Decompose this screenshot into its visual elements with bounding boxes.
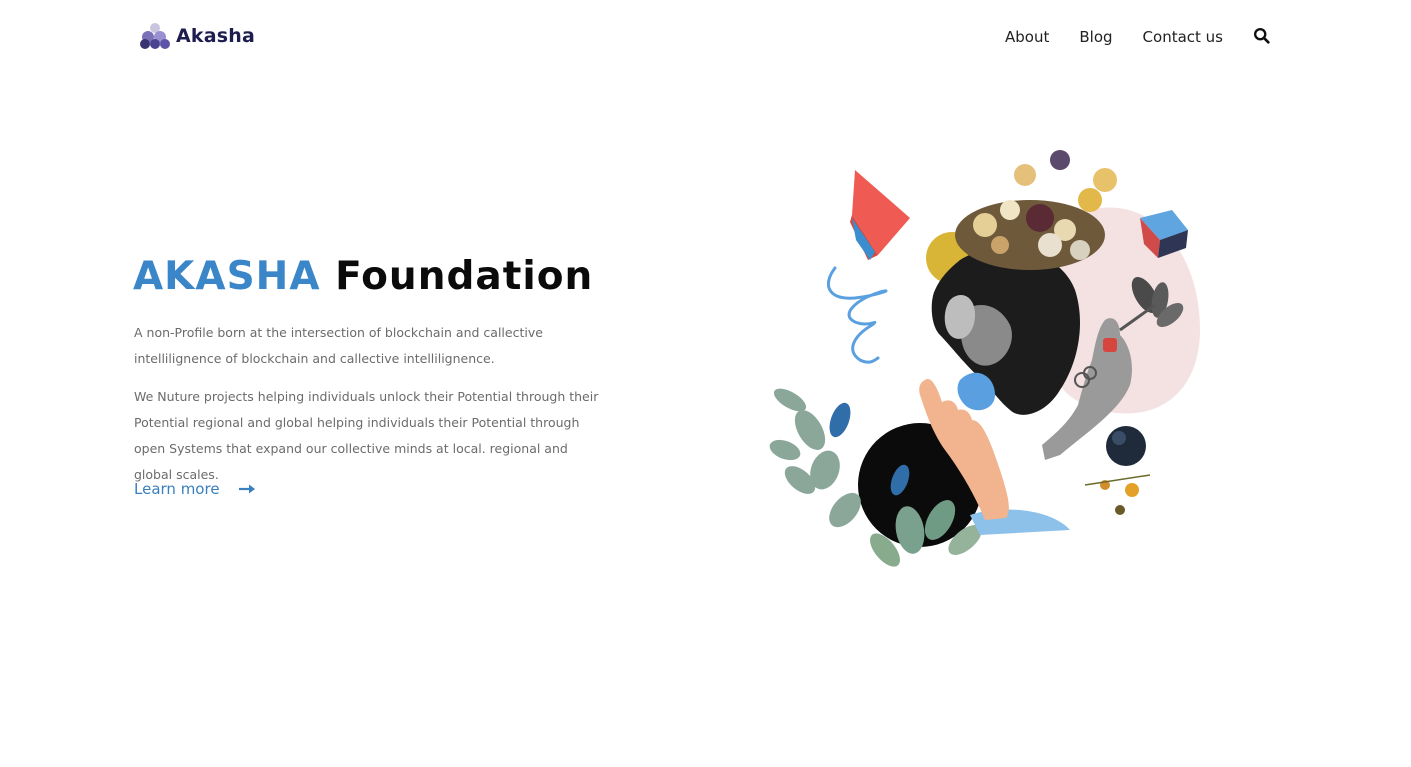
nav-contact[interactable]: Contact us (1143, 26, 1223, 48)
blue-squiggle (826, 266, 888, 364)
akasha-logo-icon (140, 23, 170, 49)
main-nav: About Blog Contact us (1005, 26, 1273, 48)
learn-more-label: Learn more (134, 480, 220, 498)
crystal-shape (850, 170, 910, 260)
hero-illustration (769, 150, 1200, 567)
logo-text: Akasha (176, 25, 256, 47)
arrow-right-icon (238, 484, 255, 494)
hero-paragraph-1: A non-Profile born at the intersection o… (134, 325, 543, 366)
learn-more-link[interactable]: Learn more (134, 480, 256, 498)
hero-paragraph-2: We Nuture projects helping individuals u… (134, 389, 599, 482)
small-flowers (1084, 474, 1151, 515)
logo[interactable]: Akasha (140, 22, 255, 50)
hero-title-rest: Foundation (335, 254, 594, 299)
hero-title-accent: AKASHA (133, 254, 321, 299)
hero-title: AKASHA Foundation (133, 254, 593, 299)
nav-about[interactable]: About (1005, 26, 1049, 48)
dark-sphere (1106, 426, 1146, 466)
flowers-crown (955, 150, 1117, 270)
nav-blog[interactable]: Blog (1079, 26, 1112, 48)
search-icon[interactable] (1253, 27, 1273, 47)
